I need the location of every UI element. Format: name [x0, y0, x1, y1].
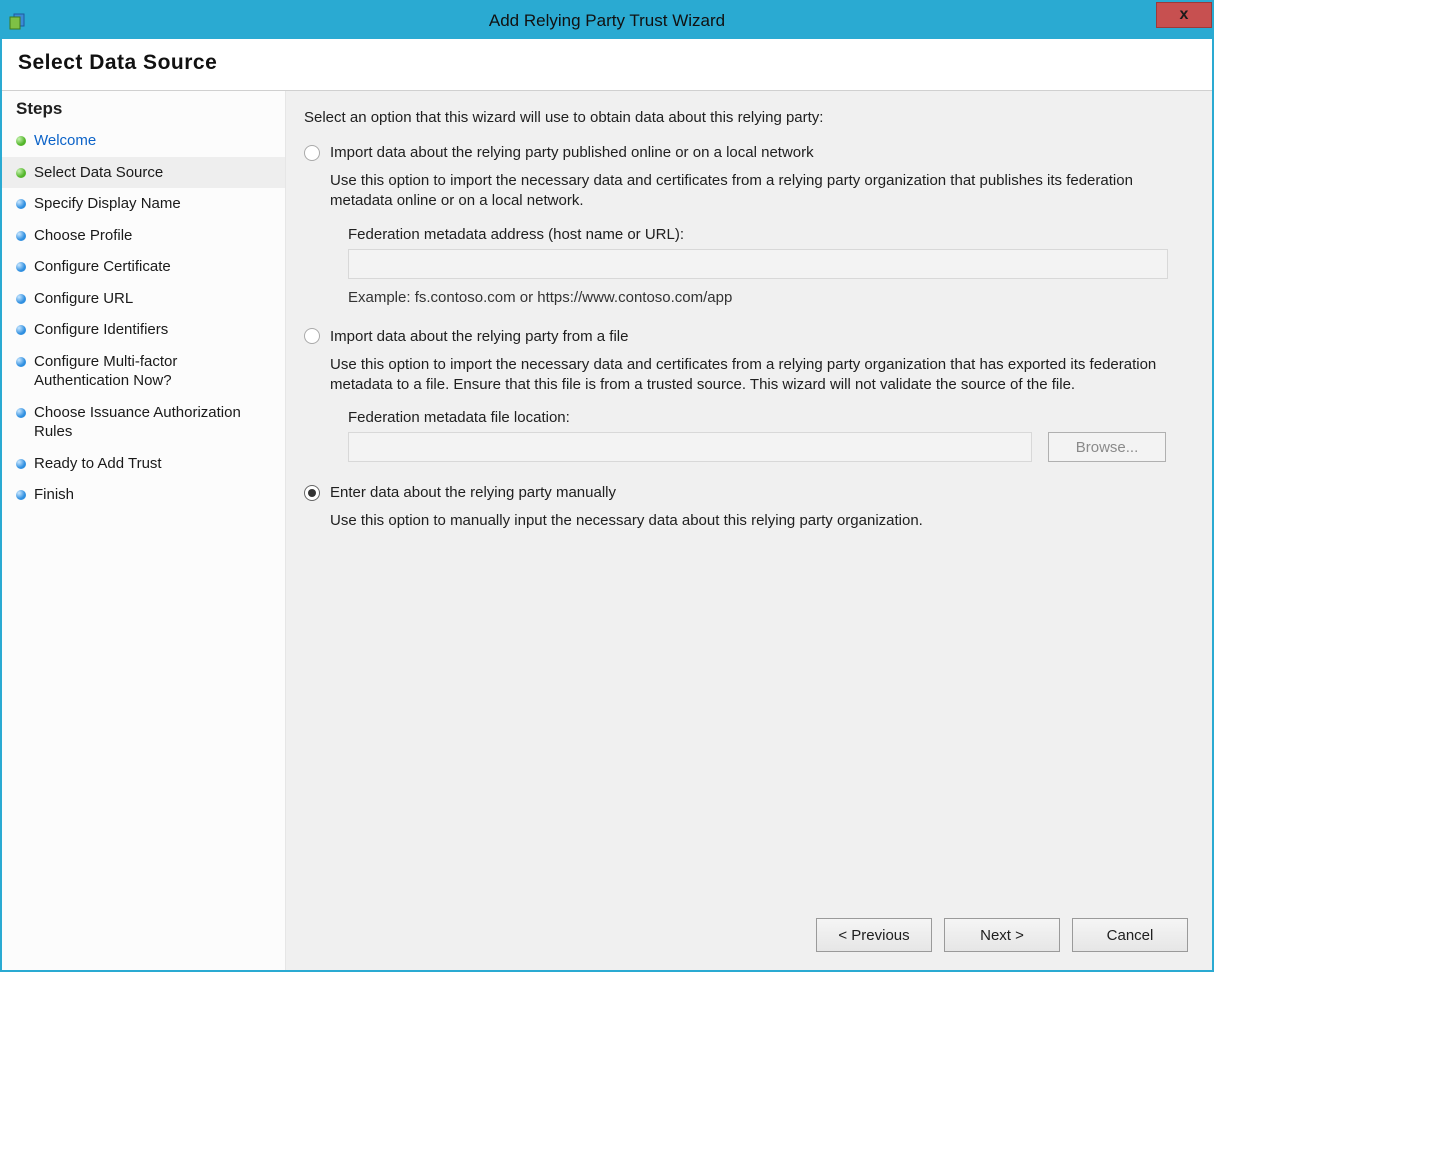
blue-bullet-icon: [16, 199, 26, 209]
option-import-file-label[interactable]: Import data about the relying party from…: [330, 328, 628, 345]
option-manual-desc: Use this option to manually input the ne…: [330, 511, 1188, 531]
option-import-file: Import data about the relying party from…: [304, 328, 1188, 463]
blue-bullet-icon: [16, 262, 26, 272]
blue-bullet-icon: [16, 357, 26, 367]
step-item: Choose Profile: [2, 220, 285, 252]
steps-heading: Steps: [2, 99, 285, 125]
option-import-online: Import data about the relying party publ…: [304, 144, 1188, 306]
blue-bullet-icon: [16, 459, 26, 469]
wizard-window: Add Relying Party Trust Wizard x Select …: [0, 0, 1214, 972]
option-manual: Enter data about the relying party manua…: [304, 484, 1188, 531]
page-title: Select Data Source: [18, 51, 1196, 75]
step-label: Configure URL: [34, 289, 271, 309]
step-label: Finish: [34, 485, 271, 505]
step-item: Configure Identifiers: [2, 314, 285, 346]
radio-import-file[interactable]: [304, 328, 320, 344]
app-icon: [8, 12, 26, 30]
step-item: Specify Display Name: [2, 188, 285, 220]
option-import-online-desc: Use this option to import the necessary …: [330, 171, 1188, 212]
titlebar[interactable]: Add Relying Party Trust Wizard x: [2, 2, 1212, 39]
option-import-file-desc: Use this option to import the necessary …: [330, 355, 1188, 396]
option-manual-label[interactable]: Enter data about the relying party manua…: [330, 484, 616, 501]
browse-button: Browse...: [1048, 432, 1166, 462]
green-bullet-icon: [16, 168, 26, 178]
radio-manual[interactable]: [304, 485, 320, 501]
close-button[interactable]: x: [1156, 2, 1212, 28]
cancel-button[interactable]: Cancel: [1072, 918, 1188, 952]
step-label: Welcome: [34, 131, 271, 151]
step-label: Specify Display Name: [34, 194, 271, 214]
blue-bullet-icon: [16, 325, 26, 335]
previous-button[interactable]: < Previous: [816, 918, 932, 952]
blue-bullet-icon: [16, 231, 26, 241]
step-label: Configure Multi-factor Authentication No…: [34, 352, 271, 391]
option-import-online-label[interactable]: Import data about the relying party publ…: [330, 144, 814, 161]
step-label: Configure Identifiers: [34, 320, 271, 340]
step-item: Configure URL: [2, 283, 285, 315]
radio-import-online[interactable]: [304, 145, 320, 161]
close-icon: x: [1180, 6, 1189, 24]
step-label: Select Data Source: [34, 163, 271, 183]
step-label: Ready to Add Trust: [34, 454, 271, 474]
step-item: Choose Issuance Authorization Rules: [2, 397, 285, 448]
step-item: Select Data Source: [2, 157, 285, 189]
next-button[interactable]: Next >: [944, 918, 1060, 952]
blue-bullet-icon: [16, 490, 26, 500]
step-label: Choose Profile: [34, 226, 271, 246]
green-bullet-icon: [16, 136, 26, 146]
step-item[interactable]: Welcome: [2, 125, 285, 157]
step-label: Choose Issuance Authorization Rules: [34, 403, 271, 442]
wizard-button-row: < Previous Next > Cancel: [816, 918, 1188, 952]
instruction-text: Select an option that this wizard will u…: [304, 109, 1188, 126]
step-label: Configure Certificate: [34, 257, 271, 277]
wizard-body: Steps Welcome Select Data Source Specify D…: [2, 91, 1212, 970]
step-item: Configure Multi-factor Authentication No…: [2, 346, 285, 397]
step-item: Ready to Add Trust: [2, 448, 285, 480]
metadata-address-label: Federation metadata address (host name o…: [348, 226, 1188, 243]
page-banner: Select Data Source: [2, 39, 1212, 91]
steps-sidebar: Steps Welcome Select Data Source Specify D…: [2, 91, 286, 970]
blue-bullet-icon: [16, 408, 26, 418]
step-item: Configure Certificate: [2, 251, 285, 283]
metadata-file-input: [348, 432, 1032, 462]
metadata-address-input: [348, 249, 1168, 279]
metadata-address-example: Example: fs.contoso.com or https://www.c…: [348, 289, 1188, 306]
metadata-file-label: Federation metadata file location:: [348, 409, 1188, 426]
step-item: Finish: [2, 479, 285, 511]
main-panel: Select an option that this wizard will u…: [286, 91, 1212, 970]
blue-bullet-icon: [16, 294, 26, 304]
window-title: Add Relying Party Trust Wizard: [2, 11, 1212, 31]
